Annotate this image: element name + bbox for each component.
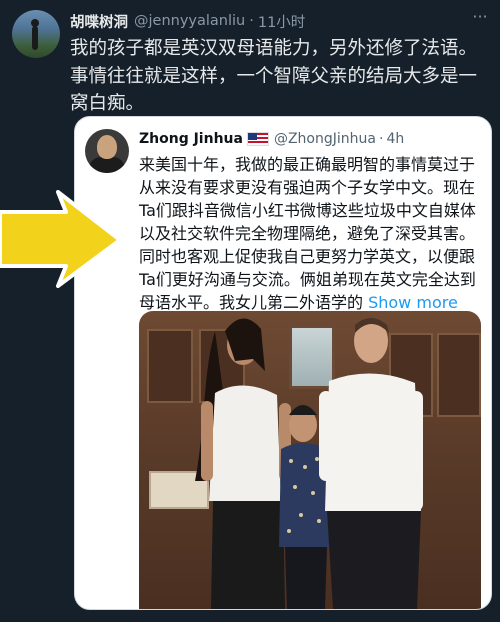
- quoted-tweet-card[interactable]: Zhong Jinhua @ZhongJinhua · 4h 来美国十年，我做的…: [74, 116, 492, 610]
- quoted-author-avatar[interactable]: [85, 129, 129, 173]
- quoted-author-handle[interactable]: @ZhongJinhua: [274, 131, 376, 147]
- quoted-tweet-time[interactable]: 4h: [386, 131, 404, 147]
- quoted-line: 以及社交软件完全物理隔绝，避免了深受其害。: [139, 224, 476, 243]
- tweet-time[interactable]: 11小时: [258, 11, 305, 32]
- us-flag-icon: [246, 132, 269, 146]
- author-handle[interactable]: @jennyyalanliu: [134, 13, 245, 29]
- author-avatar[interactable]: [12, 10, 60, 58]
- quoted-line-text: 母语水平。我女儿第二外语学的: [139, 293, 369, 312]
- quoted-line: 来美国十年，我做的最正确最明智的事情莫过于: [139, 155, 476, 174]
- yellow-arrow-icon: [0, 190, 122, 288]
- more-options-icon[interactable]: ···: [468, 9, 492, 30]
- author-name[interactable]: 胡喋树洞: [70, 11, 128, 32]
- people-illustration: [195, 318, 423, 609]
- quoted-tweet-text: 来美国十年，我做的最正确最明智的事情莫过于 从来没有要求更没有强迫两个子女学中文…: [139, 153, 485, 314]
- show-more-link[interactable]: Show more: [368, 293, 458, 312]
- family-photo[interactable]: [139, 311, 481, 609]
- tweet-text: 我的孩子都是英汉双母语能力，另外还修了法语。 事情往往就是这样，一个智障父亲的结…: [70, 35, 495, 118]
- tweet-header: 胡喋树洞 @jennyyalanliu · 11小时: [70, 10, 490, 32]
- quoted-line: 从来没有要求更没有强迫两个子女学中文。现在: [139, 178, 476, 197]
- quoted-line: Ta们更好沟通与交流。俩姐弟现在英文完全达到: [139, 270, 476, 289]
- quoted-author-name[interactable]: Zhong Jinhua: [139, 131, 243, 147]
- quoted-tweet-header: Zhong Jinhua @ZhongJinhua · 4h: [139, 129, 481, 149]
- quoted-line: Ta们跟抖音微信小红书微博这些垃圾中文自媒体: [139, 201, 476, 220]
- tweet-line: 我的孩子都是英汉双母语能力，另外还修了法语。: [70, 38, 478, 59]
- tweet-line: 事情往往就是这样，一个智障父亲的结局大多是一: [70, 65, 478, 87]
- tweet-line: 窝白痴。: [70, 93, 145, 114]
- separator-dot: ·: [249, 13, 254, 29]
- separator-dot: ·: [378, 131, 384, 147]
- quoted-line: 同时也客观上促使我自己更努力学英文，以便跟: [139, 247, 476, 266]
